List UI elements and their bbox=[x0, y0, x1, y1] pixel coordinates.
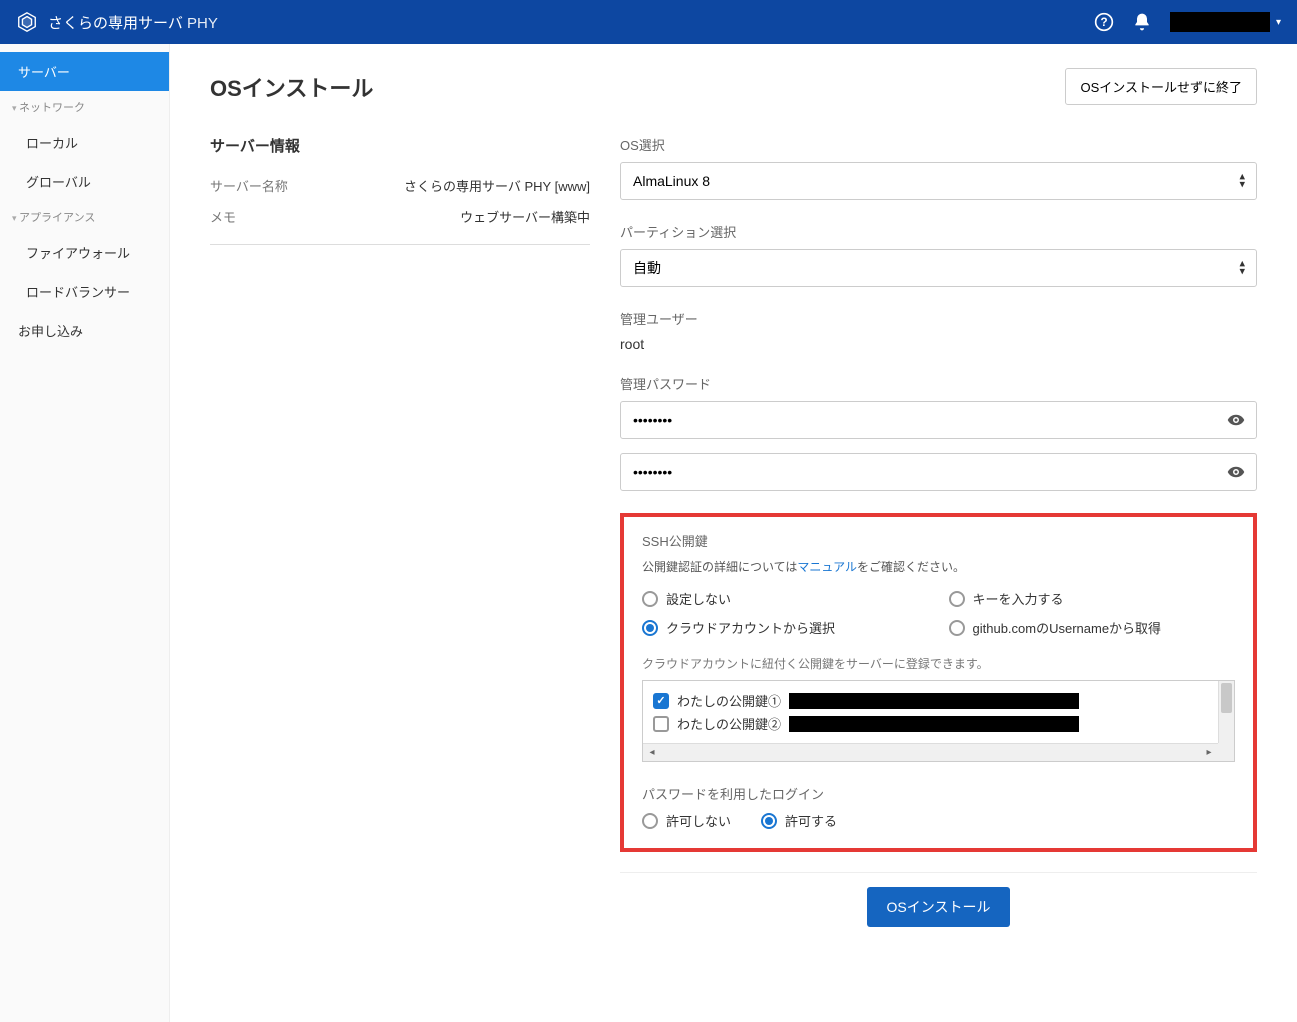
key-redacted bbox=[789, 693, 1079, 709]
page-title: OSインストール bbox=[210, 71, 373, 103]
divider bbox=[210, 244, 590, 245]
partition-select-label: パーティション選択 bbox=[620, 222, 1257, 241]
radio-icon bbox=[949, 591, 965, 607]
admin-user-label: 管理ユーザー bbox=[620, 309, 1257, 328]
header-right: ? ▾ bbox=[1094, 12, 1281, 32]
bell-icon[interactable] bbox=[1132, 12, 1152, 32]
sidebar-item-server[interactable]: サーバー bbox=[0, 52, 169, 91]
server-name-label: サーバー名称 bbox=[210, 176, 320, 195]
radio-icon bbox=[642, 591, 658, 607]
login-option-deny[interactable]: 許可しない bbox=[642, 811, 731, 830]
sidebar-item-local[interactable]: ローカル bbox=[0, 123, 169, 162]
radio-icon bbox=[949, 620, 965, 636]
admin-password-label: 管理パスワード bbox=[620, 374, 1257, 393]
admin-password-confirm-input[interactable] bbox=[620, 453, 1257, 491]
highlighted-section: SSH公開鍵 公開鍵認証の詳細についてはマニュアルをご確認ください。 設定しない… bbox=[620, 513, 1257, 852]
brand-logo-icon bbox=[16, 11, 38, 33]
sidebar-item-firewall[interactable]: ファイアウォール bbox=[0, 233, 169, 272]
user-menu[interactable]: ▾ bbox=[1170, 12, 1281, 32]
ssh-key-item[interactable]: わたしの公開鍵② bbox=[653, 712, 1224, 735]
caret-down-icon: ▾ bbox=[1276, 17, 1281, 28]
eye-icon[interactable] bbox=[1227, 463, 1245, 481]
password-login-heading: パスワードを利用したログイン bbox=[642, 784, 1235, 803]
ssh-help-text: 公開鍵認証の詳細についてはマニュアルをご確認ください。 bbox=[642, 558, 1235, 575]
header-bar: さくらの専用サーバ PHY ? ▾ bbox=[0, 0, 1297, 44]
sidebar-item-global[interactable]: グローバル bbox=[0, 162, 169, 201]
scrollbar-corner bbox=[1218, 743, 1234, 761]
key-redacted bbox=[789, 716, 1079, 732]
cloud-account-note: クラウドアカウントに紐付く公開鍵をサーバーに登録できます。 bbox=[642, 655, 1235, 672]
ssh-option-cloud[interactable]: クラウドアカウントから選択 bbox=[642, 618, 929, 637]
manual-link[interactable]: マニュアル bbox=[797, 560, 857, 574]
os-select[interactable]: AlmaLinux 8 bbox=[620, 162, 1257, 200]
radio-icon bbox=[761, 813, 777, 829]
login-option-allow[interactable]: 許可する bbox=[761, 811, 837, 830]
ssh-key-label: わたしの公開鍵① bbox=[677, 691, 781, 710]
sidebar-item-apply[interactable]: お申し込み bbox=[0, 311, 169, 350]
user-name-redacted bbox=[1170, 12, 1270, 32]
header-left: さくらの専用サーバ PHY bbox=[16, 11, 218, 33]
scrollbar-vertical[interactable] bbox=[1218, 681, 1234, 743]
radio-icon bbox=[642, 620, 658, 636]
ssh-key-list: わたしの公開鍵① わたしの公開鍵② bbox=[642, 680, 1235, 762]
checkbox-icon[interactable] bbox=[653, 693, 669, 709]
ssh-option-none[interactable]: 設定しない bbox=[642, 589, 929, 608]
sidebar: サーバー ネットワーク ローカル グローバル アプライアンス ファイアウォール … bbox=[0, 44, 170, 1022]
ssh-option-input[interactable]: キーを入力する bbox=[949, 589, 1236, 608]
os-select-label: OS選択 bbox=[620, 135, 1257, 154]
partition-select[interactable]: 自動 bbox=[620, 249, 1257, 287]
help-icon[interactable]: ? bbox=[1094, 12, 1114, 32]
eye-icon[interactable] bbox=[1227, 411, 1245, 429]
sidebar-heading-appliance[interactable]: アプライアンス bbox=[0, 201, 169, 233]
os-install-button[interactable]: OSインストール bbox=[867, 887, 1011, 927]
exit-without-install-button[interactable]: OSインストールせずに終了 bbox=[1065, 68, 1257, 105]
ssh-key-heading: SSH公開鍵 bbox=[642, 531, 1235, 550]
ssh-option-github[interactable]: github.comのUsernameから取得 bbox=[949, 618, 1236, 637]
sidebar-heading-network[interactable]: ネットワーク bbox=[0, 91, 169, 123]
ssh-key-item[interactable]: わたしの公開鍵① bbox=[653, 689, 1224, 712]
server-memo-label: メモ bbox=[210, 207, 320, 226]
brand-name: さくらの専用サーバ PHY bbox=[48, 12, 218, 33]
main-content: OSインストール OSインストールせずに終了 サーバー情報 サーバー名称 さくら… bbox=[170, 44, 1297, 1022]
server-name-value: さくらの専用サーバ PHY [www] bbox=[320, 176, 590, 195]
server-memo-value: ウェブサーバー構築中 bbox=[320, 207, 590, 226]
ssh-key-label: わたしの公開鍵② bbox=[677, 714, 781, 733]
checkbox-icon[interactable] bbox=[653, 716, 669, 732]
radio-icon bbox=[642, 813, 658, 829]
scrollbar-horizontal[interactable]: ◂▸ bbox=[643, 743, 1218, 761]
admin-password-input[interactable] bbox=[620, 401, 1257, 439]
admin-user-value: root bbox=[620, 336, 1257, 352]
svg-text:?: ? bbox=[1100, 16, 1107, 29]
server-info-heading: サーバー情報 bbox=[210, 135, 590, 156]
sidebar-item-loadbalancer[interactable]: ロードバランサー bbox=[0, 272, 169, 311]
